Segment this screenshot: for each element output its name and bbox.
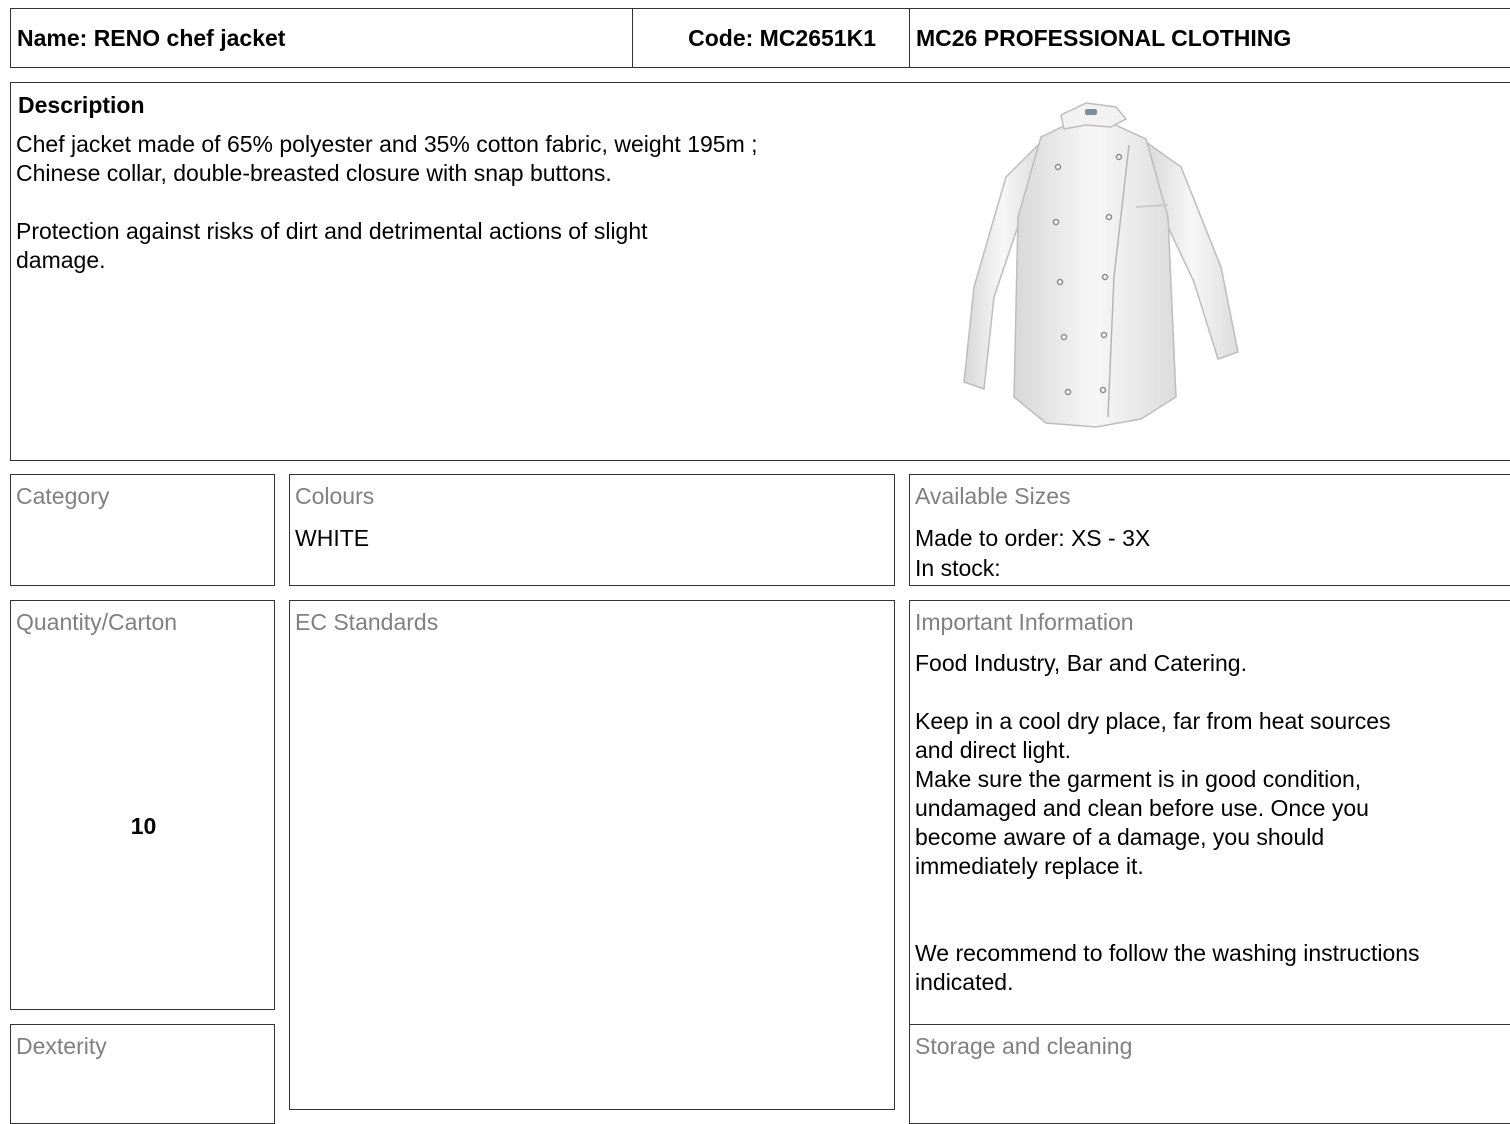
- product-name: Name: RENO chef jacket: [17, 25, 286, 51]
- sizes-label: Available Sizes: [915, 483, 1071, 509]
- header-code-cell: Code: MC2651K1: [632, 8, 910, 68]
- sizes-box: Available Sizes Made to order: XS - 3X I…: [909, 474, 1510, 586]
- quantity-box: Quantity/Carton 10: [10, 600, 275, 1010]
- colours-label: Colours: [295, 483, 375, 509]
- description-title: Description: [18, 92, 145, 118]
- storage-box: Storage and cleaning: [909, 1024, 1510, 1124]
- header-brand-cell: MC26 PROFESSIONAL CLOTHING: [909, 8, 1510, 68]
- standards-label: EC Standards: [295, 609, 439, 635]
- category-label: Category: [16, 483, 110, 509]
- description-box: Description Chef jacket made of 65% poly…: [10, 82, 1510, 461]
- important-info-text: Food Industry, Bar and Catering. Keep in…: [915, 650, 1420, 995]
- standards-box: EC Standards: [289, 600, 895, 1110]
- important-info-box: Important Information Food Industry, Bar…: [909, 600, 1510, 1026]
- quantity-label: Quantity/Carton: [16, 609, 178, 635]
- category-box: Category: [10, 474, 275, 586]
- storage-label: Storage and cleaning: [915, 1033, 1133, 1059]
- header-name-cell: Name: RENO chef jacket: [10, 8, 632, 68]
- dexterity-box: Dexterity: [10, 1024, 275, 1124]
- colours-box: Colours WHITE: [289, 474, 895, 586]
- brand-name: MC26 PROFESSIONAL CLOTHING: [916, 25, 1292, 51]
- description-text: Chef jacket made of 65% polyester and 35…: [16, 131, 758, 273]
- important-info-label: Important Information: [915, 609, 1134, 635]
- product-code: Code: MC2651K1: [688, 25, 876, 51]
- quantity-value: 10: [130, 813, 157, 839]
- colours-value: WHITE: [295, 525, 370, 551]
- sizes-value: Made to order: XS - 3X In stock:: [915, 525, 1151, 581]
- chef-jacket-image: [963, 102, 1239, 428]
- dexterity-label: Dexterity: [16, 1033, 107, 1059]
